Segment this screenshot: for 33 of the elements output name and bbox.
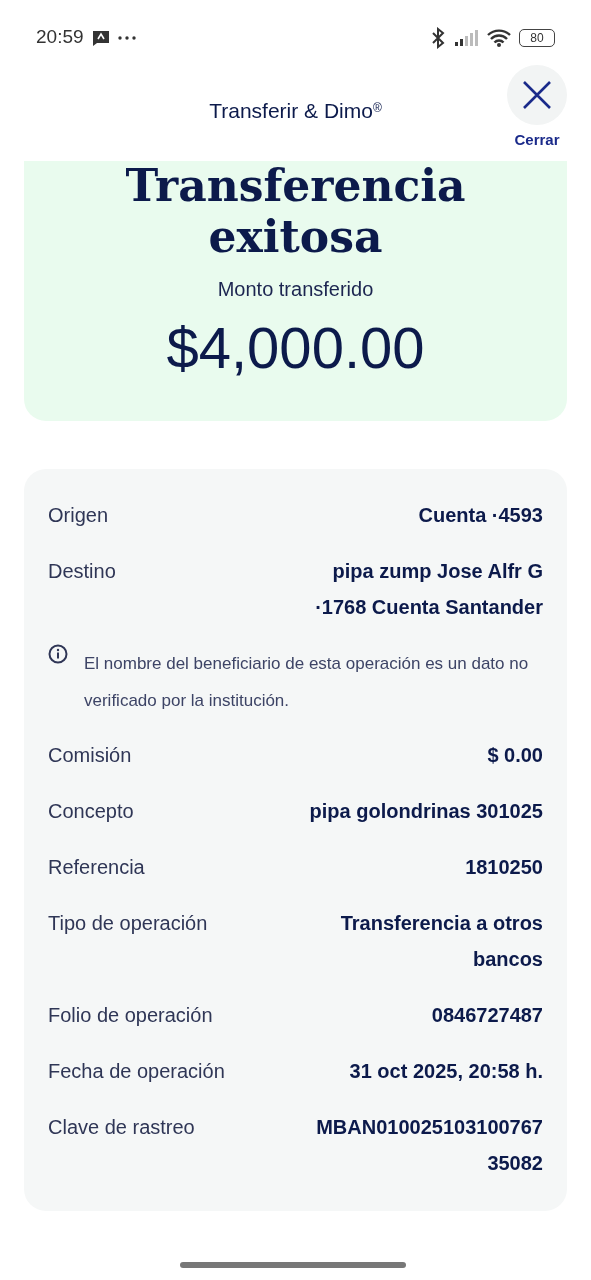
detail-label: Clave de rastreo: [48, 1115, 195, 1141]
screen-title: Transferir & Dimo$^{®}$: [209, 98, 382, 125]
wifi-icon: [487, 28, 511, 47]
detail-label: Referencia: [48, 855, 145, 881]
detail-value: pipa golondrinas 301025: [309, 799, 543, 825]
detail-value: $ 0.00: [487, 743, 543, 769]
detail-label: Concepto: [48, 799, 134, 825]
detail-label: Tipo de operación: [48, 911, 208, 937]
notification-icon: [91, 28, 110, 47]
bluetooth-icon: [429, 26, 447, 49]
detail-label: Destino: [48, 559, 116, 585]
info-icon: [48, 644, 68, 665]
detail-value: pipa zump Jose Alfr G ·1768 Cuenta Santander: [314, 559, 543, 621]
more-icon: [117, 35, 136, 40]
detail-value: Transferencia a otros bancos: [339, 911, 543, 973]
info-note: El nombre del beneficiario de esta operación es un dato no verificado por la institución.: [84, 653, 530, 713]
detail-value: Cuenta ·4593: [418, 503, 543, 529]
close-icon: [522, 80, 552, 110]
transferred-amount: $4,000.00: [165, 314, 426, 383]
detail-value: MBAN010025103100767 35082: [315, 1115, 543, 1177]
detail-value: 0846727487: [431, 1003, 543, 1029]
detail-value: 1810250: [465, 855, 543, 881]
close-label: Cerrar: [514, 130, 560, 150]
signal-icon: [455, 29, 479, 46]
battery-icon: 80: [519, 28, 555, 47]
status-time: 20:59: [36, 25, 84, 50]
detail-label: Comisión: [48, 743, 132, 769]
amount-label: Monto transferido: [216, 277, 375, 303]
detail-label: Fecha de operación: [48, 1059, 225, 1085]
detail-value: 31 oct 2025, 20:58 h.: [349, 1059, 543, 1085]
success-title: Transferencia exitosa: [124, 161, 467, 263]
detail-label: Folio de operación: [48, 1003, 213, 1029]
detail-label: Origen: [48, 503, 109, 529]
